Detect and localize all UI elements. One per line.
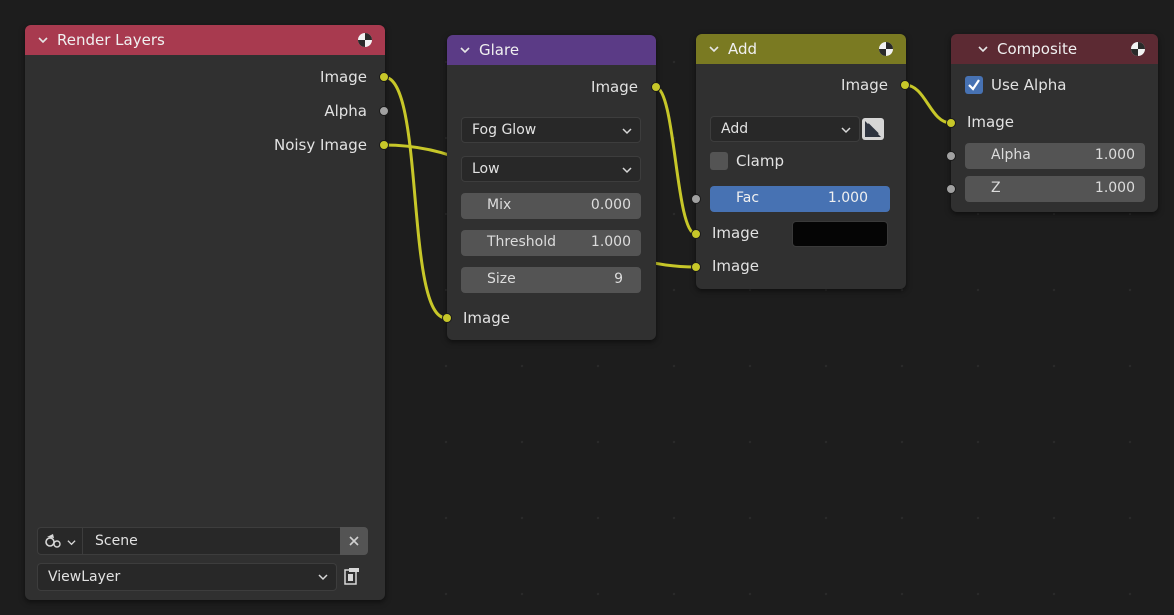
add-input-image-2-socket[interactable]: [691, 262, 701, 272]
chevron-down-icon: [622, 167, 632, 174]
output-label: Image: [591, 78, 638, 96]
glare-node[interactable]: Glare Image Fog Glow Low Mix 0.000 Thres…: [442, 35, 661, 340]
chevron-down-icon[interactable]: [459, 44, 471, 56]
node-title: Glare: [479, 41, 520, 59]
chevron-down-icon[interactable]: [708, 43, 720, 55]
node-title: Composite: [997, 40, 1078, 58]
composite-input-image-label: Image: [967, 113, 1014, 131]
use-alpha-checkbox[interactable]: [965, 76, 983, 94]
use-alpha-label[interactable]: Use Alpha: [991, 76, 1066, 94]
field-value: 1.000: [827, 190, 868, 206]
glare-output-image-socket[interactable]: [651, 82, 661, 92]
view-layer-browse-icon[interactable]: [343, 567, 361, 587]
chevron-down-icon[interactable]: [37, 34, 49, 46]
composite-input-image-socket[interactable]: [946, 118, 956, 128]
glare-input-image-row: Image: [463, 307, 510, 329]
add-input-image-2-label: Image: [712, 257, 759, 275]
add-header[interactable]: Add: [696, 34, 906, 64]
color-swatch[interactable]: [792, 221, 888, 247]
chevron-down-icon: [841, 127, 851, 134]
chevron-down-icon: [622, 128, 632, 135]
output-alpha-socket[interactable]: [379, 106, 389, 116]
composite-node[interactable]: Composite Use Alpha Image Alpha 1.000 Z …: [946, 34, 1158, 212]
output-image-socket[interactable]: [379, 72, 389, 82]
add-input-image-1-socket[interactable]: [691, 229, 701, 239]
output-alpha-row: Alpha: [324, 100, 367, 122]
field-label: Size: [487, 271, 516, 287]
scene-selector[interactable]: Scene: [37, 527, 367, 555]
composite-header[interactable]: Composite: [951, 34, 1158, 64]
output-noisy-image-row: Noisy Image: [274, 134, 367, 156]
output-label: Noisy Image: [273, 136, 367, 154]
glare-output-image-row: Image: [591, 76, 638, 98]
scene-clear-button[interactable]: [340, 527, 368, 555]
input-label: Image: [463, 309, 510, 327]
output-noisy-image-socket[interactable]: [379, 140, 389, 150]
field-value: 9: [614, 271, 623, 287]
link-render-image-to-glare-image[interactable]: [382, 75, 448, 320]
glare-input-image-socket[interactable]: [442, 313, 452, 323]
alpha-input-socket[interactable]: [946, 151, 956, 161]
add-node[interactable]: Add Image Add Clamp Fac 1.000 Image Imag…: [691, 34, 910, 289]
mix-field[interactable]: Mix 0.000: [461, 193, 641, 219]
node-title: Render Layers: [57, 31, 165, 49]
output-label: Image: [841, 76, 888, 94]
chevron-down-icon: [318, 574, 328, 581]
size-field[interactable]: Size 9: [461, 267, 641, 293]
field-label: Mix: [487, 197, 512, 213]
render-layers-node[interactable]: Render Layers Image Alpha Noisy Image Sc…: [25, 25, 389, 600]
scene-name[interactable]: Scene: [95, 533, 138, 549]
fac-input-socket[interactable]: [691, 194, 701, 204]
field-label: Fac: [736, 190, 760, 206]
checkmark-icon: [968, 79, 980, 91]
node-title: Add: [728, 40, 758, 58]
use-alpha-toggle-button[interactable]: [862, 118, 884, 140]
field-label: Alpha: [991, 147, 1031, 163]
output-label: Image: [320, 68, 367, 86]
field-value: 0.000: [590, 197, 631, 213]
output-image-row: Image: [320, 66, 367, 88]
alpha-toggle-icon: [865, 121, 881, 137]
clamp-label[interactable]: Clamp: [736, 152, 784, 170]
view-layer-name: ViewLayer: [48, 569, 121, 585]
render-preview-icon[interactable]: [878, 41, 894, 57]
blend-type-value: Add: [721, 121, 749, 137]
glare-type-dropdown[interactable]: Fog Glow: [461, 117, 641, 143]
view-layer-dropdown[interactable]: ViewLayer: [37, 563, 337, 591]
blend-type-dropdown[interactable]: Add: [710, 116, 860, 142]
glare-header[interactable]: Glare: [447, 35, 656, 65]
chevron-down-icon[interactable]: [977, 43, 989, 55]
link-add-image-to-composite-image[interactable]: [903, 83, 953, 125]
add-output-image-row: Image: [841, 74, 888, 96]
field-label: Threshold: [487, 234, 556, 250]
field-value: 1.000: [1094, 147, 1135, 163]
link-glare-image-to-add-image-1[interactable]: [653, 85, 698, 236]
alpha-field[interactable]: Alpha 1.000: [965, 143, 1145, 169]
field-label: Z: [991, 180, 1001, 196]
quality-value: Low: [472, 161, 500, 177]
threshold-field[interactable]: Threshold 1.000: [461, 230, 641, 256]
scene-icon: [45, 534, 61, 548]
render-preview-icon[interactable]: [1130, 41, 1146, 57]
quality-dropdown[interactable]: Low: [461, 156, 641, 182]
fac-field[interactable]: Fac 1.000: [710, 186, 890, 212]
z-input-socket[interactable]: [946, 184, 956, 194]
glare-type-value: Fog Glow: [472, 122, 537, 138]
render-preview-icon[interactable]: [357, 32, 373, 48]
add-output-image-socket[interactable]: [900, 80, 910, 90]
field-value: 1.000: [1094, 180, 1135, 196]
close-icon: [349, 536, 359, 546]
chevron-down-icon[interactable]: [67, 538, 76, 547]
clamp-checkbox[interactable]: [710, 152, 728, 170]
output-label: Alpha: [324, 102, 367, 120]
z-field[interactable]: Z 1.000: [965, 176, 1145, 202]
render-layers-header[interactable]: Render Layers: [25, 25, 385, 55]
field-value: 1.000: [590, 234, 631, 250]
add-input-image-1-label: Image: [712, 224, 759, 242]
